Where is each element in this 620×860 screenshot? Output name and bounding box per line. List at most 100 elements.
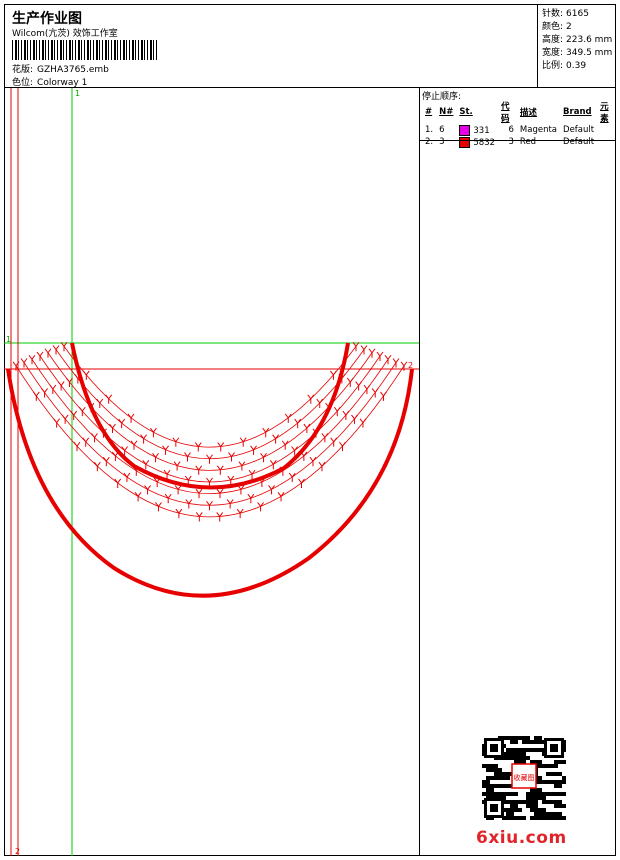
fringe-knot [380, 391, 387, 401]
fringe-knot [303, 423, 311, 434]
stat-label: 比例: [542, 61, 564, 71]
guide-marker: 2 [408, 361, 413, 370]
stat-value: 0.39 [566, 61, 587, 71]
fringe-knot [351, 414, 358, 424]
fringe-knot [109, 423, 116, 434]
fringe-knot [114, 478, 122, 488]
fringe-knot [91, 433, 98, 443]
stop-sequence-panel: 停止顺序: # N# St. 代码 描述 Brand 元素 1. 6 331 6… [420, 88, 616, 856]
fringe-knot [269, 459, 277, 470]
fringe-knot [307, 394, 315, 404]
embroidery-design: 1 1 2 2 [4, 88, 419, 856]
fringe-knot [339, 441, 346, 452]
brand: Default [563, 125, 595, 135]
studio-name: Wilcom(亢茨) 效饰工作室 [12, 29, 118, 39]
column-header: 元素 [600, 102, 609, 124]
seal-text: 收藏图 [514, 773, 535, 782]
design-file-label: 花版: [12, 65, 34, 75]
colorway-name: Colorway 1 [37, 78, 88, 88]
column-header: N# [439, 107, 454, 117]
fringe-knot [140, 434, 147, 444]
fringe-knot [102, 456, 110, 467]
stat-label: 高度: [542, 35, 564, 45]
fringe-knot [363, 384, 371, 395]
watermark-logo: 6xiu.com [476, 828, 567, 848]
design-canvas: 1 1 2 2 [4, 88, 420, 856]
fringe-knot [152, 453, 159, 463]
column-header: # [425, 107, 433, 117]
fringe-knot [57, 381, 65, 391]
color-swatch [459, 124, 471, 136]
stitch-count-cell: 331 [456, 124, 498, 136]
fringe-knot [321, 433, 329, 443]
fringe-knot [82, 370, 90, 380]
column-header: St. [459, 107, 473, 117]
fringe-knot [316, 398, 324, 409]
color-description: Red [519, 137, 537, 147]
color-code: 6 [508, 125, 514, 135]
stat-colors: 颜色: 2 [542, 19, 572, 32]
fringe-row-line [55, 349, 365, 460]
stat-value: 349.5 mm [566, 48, 613, 58]
fringe-knot [53, 418, 61, 428]
color-description: Magenta [519, 125, 558, 135]
stitch-count: 331 [473, 125, 490, 136]
fringe-knot [359, 418, 367, 428]
fringe-knot [284, 413, 292, 423]
fringe-knot [96, 398, 104, 409]
guide-marker: 1 [75, 89, 80, 98]
fringe-knot [105, 394, 113, 404]
fringe-knot [206, 500, 213, 511]
color-code: 3 [508, 137, 514, 147]
element [597, 136, 616, 148]
column-header: 代码 [501, 102, 510, 124]
fringe-knot [272, 434, 279, 444]
fringe-knot [49, 384, 57, 395]
stat-height: 高度: 223.6 mm [542, 32, 612, 45]
fringe-knot [144, 485, 151, 495]
fringe-knot [206, 454, 213, 464]
fringe-knot [298, 478, 305, 488]
stat-stitches: 针数: 6165 [542, 6, 589, 19]
brand: Default [563, 137, 595, 147]
panel-divider [420, 140, 616, 141]
fringe-knot [346, 377, 354, 388]
fringe-knot [342, 410, 350, 421]
stop-number: 2. [425, 137, 434, 147]
stat-label: 针数: [542, 9, 564, 19]
table-header-row: # N# St. 代码 描述 Brand 元素 [422, 100, 616, 124]
stitch-count-cell: 5832 [456, 136, 498, 148]
fringe-knot [127, 413, 135, 423]
fringe-knot [60, 341, 68, 352]
colorway-label: 色位: [12, 78, 34, 88]
stat-width: 宽度: 349.5 mm [542, 45, 612, 58]
fringe-knot [333, 406, 341, 417]
fringe-knot [130, 440, 138, 450]
fringe-knot [134, 492, 142, 502]
needle-number: 6 [439, 125, 445, 135]
barcode [12, 40, 157, 60]
stat-value: 2 [566, 22, 572, 32]
fringe-row-line [31, 359, 389, 495]
column-header: Brand [563, 107, 592, 117]
fringe-knot [78, 406, 86, 417]
fringe-knot [260, 453, 267, 463]
fringe-knot [281, 440, 289, 450]
needle-number: 3 [439, 137, 445, 147]
fringe-knot [294, 418, 302, 429]
sheet-title: 生产作业图 [12, 11, 82, 27]
fringe-knot [318, 461, 326, 472]
design-file-name: GZHA3765.emb [37, 65, 109, 75]
guide-marker: 2 [15, 847, 20, 856]
stat-label: 颜色: [542, 22, 564, 32]
design-file-line: 花版: GZHA3765.emb [12, 62, 109, 75]
fringe-knot [142, 459, 150, 470]
fringe-knot [330, 437, 338, 447]
table-row: 1. 6 331 6 Magenta Default [422, 124, 616, 136]
fringe-knot [32, 391, 40, 401]
stat-value: 6165 [566, 9, 589, 19]
fringe-knot [61, 414, 69, 424]
fringe-knot [82, 437, 90, 447]
fringe-knot [123, 472, 131, 483]
fringe-knot [268, 485, 275, 495]
